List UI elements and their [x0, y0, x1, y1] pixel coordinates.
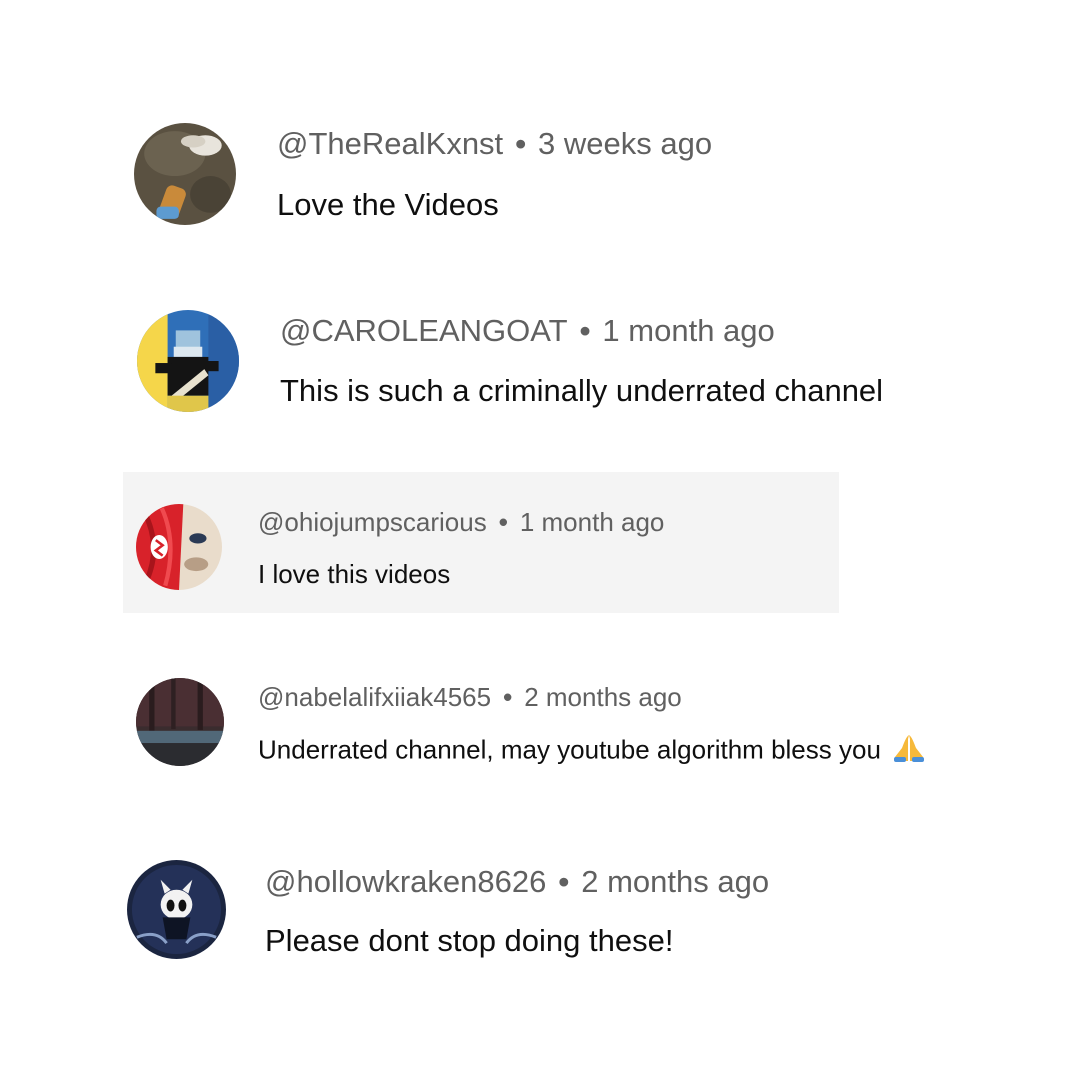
avatar-image — [136, 678, 224, 766]
avatar[interactable] — [134, 123, 236, 225]
avatar[interactable] — [127, 860, 226, 959]
comment-author-handle[interactable]: @nabelalifxiiak4565 — [258, 682, 491, 712]
meta-separator: • — [579, 313, 591, 348]
comment-meta: @nabelalifxiiak4565 • 2 months ago — [258, 682, 682, 713]
comment-author-handle[interactable]: @TheRealKxnst — [277, 126, 503, 161]
avatar[interactable] — [137, 310, 239, 412]
comment-meta: @TheRealKxnst • 3 weeks ago — [277, 126, 712, 162]
comment-author-handle[interactable]: @CAROLEANGOAT — [280, 313, 568, 348]
comment-author-handle[interactable]: @hollowkraken8626 — [265, 864, 546, 899]
avatar-image — [134, 123, 236, 225]
comment-meta: @CAROLEANGOAT • 1 month ago — [280, 313, 775, 349]
comment-text: Underrated channel, may youtube algorith… — [258, 733, 927, 770]
comment-meta: @ohiojumpscarious • 1 month ago — [258, 507, 664, 538]
comment-text-body: Underrated channel, may youtube algorith… — [258, 734, 881, 765]
folded-hands-icon — [891, 733, 927, 770]
meta-separator: • — [498, 507, 508, 537]
avatar-image — [136, 504, 222, 590]
meta-separator: • — [515, 126, 527, 161]
comment-meta: @hollowkraken8626 • 2 months ago — [265, 864, 769, 900]
comment-text: I love this videos — [258, 559, 451, 589]
comment-timestamp[interactable]: 1 month ago — [602, 313, 774, 348]
avatar[interactable] — [136, 504, 222, 590]
meta-separator: • — [503, 682, 513, 712]
highlighted-comment-background — [123, 472, 839, 613]
avatar-image — [127, 860, 226, 959]
comment-timestamp[interactable]: 2 months ago — [524, 682, 682, 712]
comment-text: This is such a criminally underrated cha… — [280, 373, 884, 408]
comment-timestamp[interactable]: 3 weeks ago — [538, 126, 712, 161]
comment-timestamp[interactable]: 2 months ago — [581, 864, 769, 899]
comment-author-handle[interactable]: @ohiojumpscarious — [258, 507, 487, 537]
comment-timestamp[interactable]: 1 month ago — [520, 507, 665, 537]
meta-separator: • — [558, 864, 570, 899]
avatar[interactable] — [136, 678, 224, 766]
comment-text: Love the Videos — [277, 187, 499, 222]
comment-text: Please dont stop doing these! — [265, 923, 674, 958]
avatar-image — [137, 310, 239, 412]
